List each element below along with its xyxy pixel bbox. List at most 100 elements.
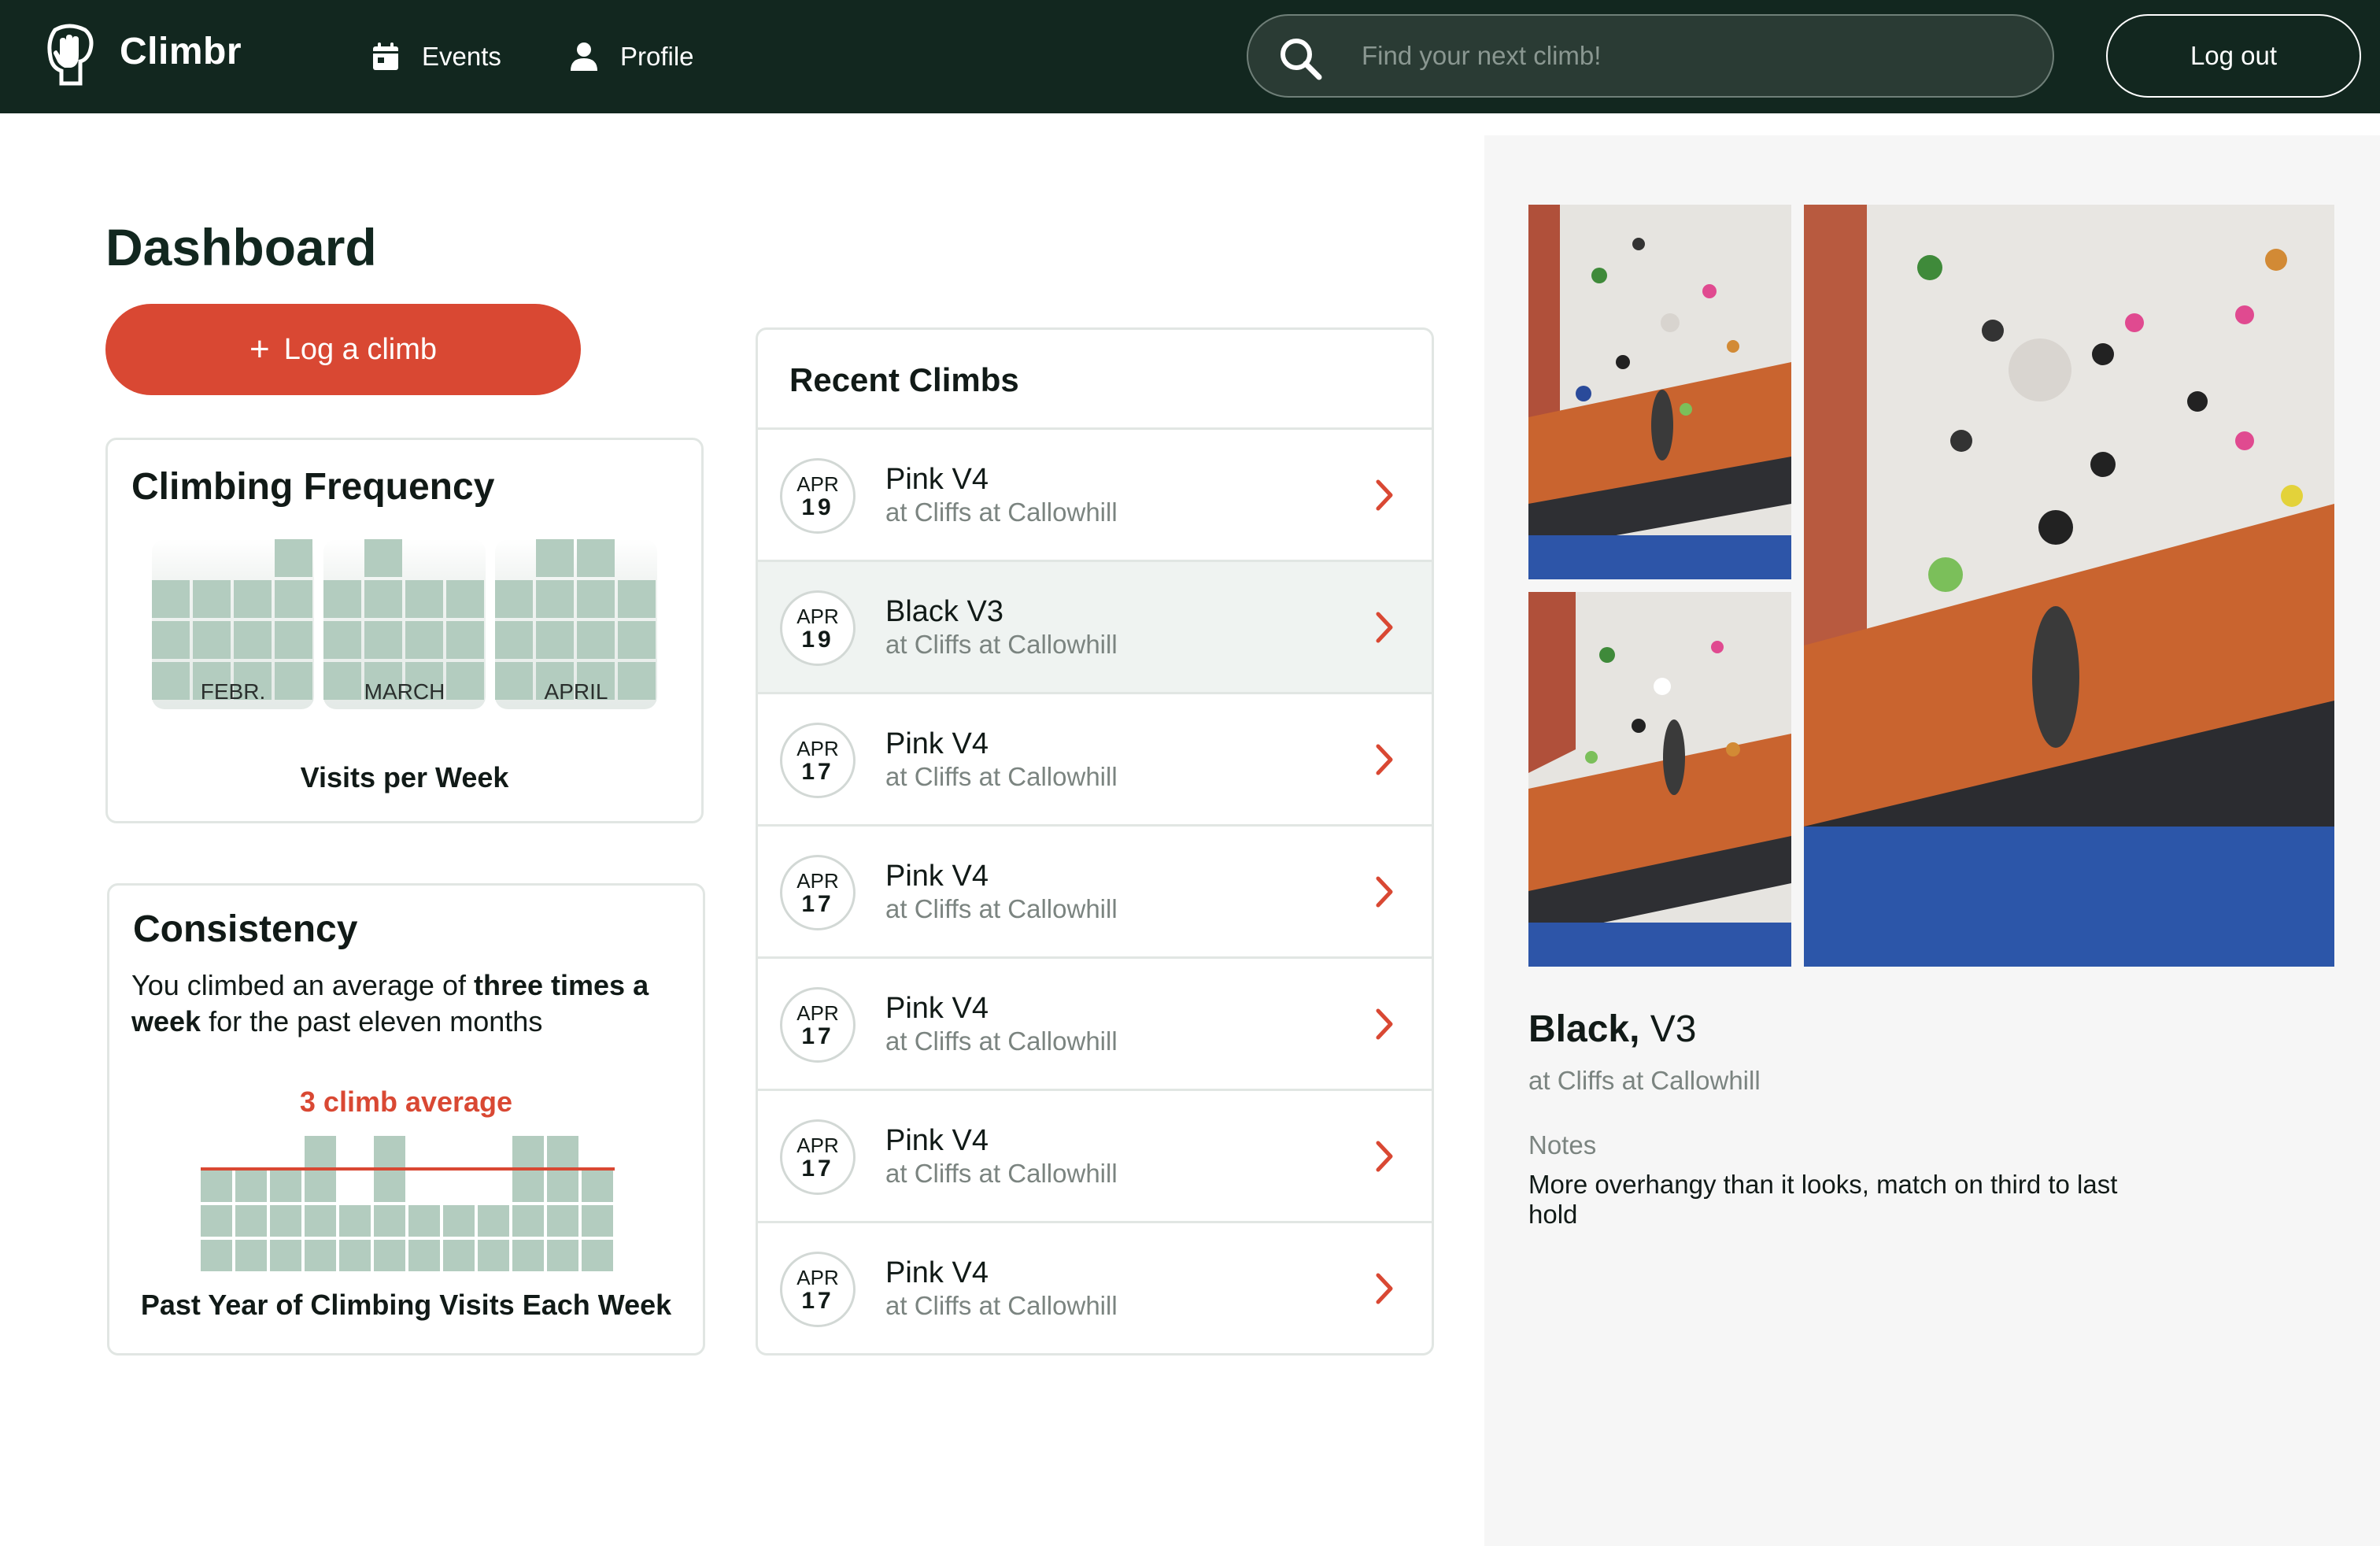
visit-square [512, 1136, 544, 1167]
visit-square [582, 1240, 613, 1271]
visit-square [577, 621, 615, 659]
visit-square [547, 1136, 578, 1167]
recent-climbs-list: APR 19 Pink V4 at Cliffs at Callowhill APR 19… [758, 427, 1432, 1353]
visit-square [374, 1171, 405, 1202]
visit-square [405, 580, 443, 618]
climb-photo[interactable] [1528, 592, 1791, 967]
month-bars [323, 539, 486, 700]
visit-square [305, 1205, 336, 1237]
date-month: APR [796, 737, 839, 760]
climb-detail-color: Black, [1528, 1008, 1640, 1050]
chevron-right-icon[interactable] [1369, 1270, 1400, 1307]
climb-location: at Cliffs at Callowhill [885, 762, 1118, 791]
month-label: FEBR. [200, 679, 266, 704]
climb-row[interactable]: APR 17 Pink V4 at Cliffs at Callowhill [758, 1089, 1432, 1221]
visit-square [235, 1240, 267, 1271]
date-badge: APR 19 [780, 458, 856, 534]
visit-square [152, 580, 190, 618]
climb-name: Pink V4 [885, 727, 989, 760]
visit-square [495, 580, 533, 618]
date-badge: APR 17 [780, 855, 856, 930]
consistency-title: Consistency [133, 908, 358, 950]
visit-square [275, 539, 312, 577]
visit-square [408, 1205, 440, 1237]
visit-square [374, 1240, 405, 1271]
climb-row[interactable]: APR 19 Black V3 at Cliffs at Callowhill [758, 560, 1432, 692]
recent-climbs-title: Recent Climbs [789, 361, 1019, 398]
chevron-right-icon[interactable] [1369, 742, 1400, 778]
date-month: APR [796, 1001, 839, 1025]
visit-square [201, 1171, 232, 1202]
month-column: MARCH [323, 539, 486, 709]
visit-square [547, 1205, 578, 1237]
visit-square [201, 1205, 232, 1237]
visit-square [536, 539, 574, 577]
visit-square [443, 1240, 475, 1271]
climb-row[interactable]: APR 17 Pink V4 at Cliffs at Callowhill [758, 692, 1432, 824]
chevron-right-icon[interactable] [1369, 874, 1400, 910]
log-climb-button[interactable]: + Log a climb [105, 304, 581, 395]
chevron-right-icon[interactable] [1369, 609, 1400, 645]
visit-square [234, 621, 272, 659]
date-badge: APR 17 [780, 1252, 856, 1327]
climb-location: at Cliffs at Callowhill [885, 894, 1118, 923]
nav-profile[interactable]: Profile [568, 33, 694, 80]
visit-square [364, 539, 402, 577]
chevron-right-icon[interactable] [1369, 1138, 1400, 1174]
visit-square [374, 1205, 405, 1237]
nav-events[interactable]: Events [370, 33, 501, 80]
visit-square [152, 621, 190, 659]
date-badge: APR 19 [780, 590, 856, 666]
consistency-chart [201, 1130, 615, 1271]
climb-location: at Cliffs at Callowhill [885, 630, 1118, 659]
consistency-caption: Past Year of Climbing Visits Each Week [140, 1289, 672, 1321]
visit-square [323, 580, 361, 618]
visit-square [339, 1205, 371, 1237]
climb-row[interactable]: APR 19 Pink V4 at Cliffs at Callowhill [758, 427, 1432, 560]
consistency-text-part: You climbed an average of [131, 969, 474, 1001]
climb-photo[interactable] [1528, 205, 1791, 579]
search-input[interactable] [1362, 16, 2023, 96]
date-day: 19 [801, 494, 834, 520]
climb-detail-title: Black, V3 [1528, 1008, 1696, 1051]
visit-square [408, 1240, 440, 1271]
climb-photo-main[interactable] [1804, 205, 2334, 967]
visit-square [495, 621, 533, 659]
climb-row[interactable]: APR 17 Pink V4 at Cliffs at Callowhill [758, 956, 1432, 1089]
climb-location: at Cliffs at Callowhill [885, 497, 1118, 527]
climb-row[interactable]: APR 17 Pink V4 at Cliffs at Callowhill [758, 1221, 1432, 1353]
nav-profile-label: Profile [620, 42, 694, 71]
logout-button[interactable]: Log out [2106, 14, 2361, 98]
recent-climbs-panel: Recent Climbs APR 19 Pink V4 at Cliffs at C… [756, 327, 1434, 1356]
user-icon [571, 43, 597, 71]
visit-square [582, 1205, 613, 1237]
visit-square [305, 1171, 336, 1202]
chevron-right-icon[interactable] [1369, 1006, 1400, 1042]
consistency-text: You climbed an average of three times a … [131, 967, 690, 1040]
date-month: APR [796, 605, 839, 628]
visit-square [275, 580, 312, 618]
page-title: Dashboard [105, 218, 377, 276]
calendar-icon [373, 43, 398, 70]
visit-square [201, 1240, 232, 1271]
climb-name: Pink V4 [885, 992, 989, 1025]
date-month: APR [796, 869, 839, 893]
date-day: 17 [801, 1023, 834, 1049]
climb-location: at Cliffs at Callowhill [885, 1159, 1118, 1188]
chevron-right-icon[interactable] [1369, 477, 1400, 513]
climbr-logo-icon[interactable] [44, 24, 94, 87]
search-bar[interactable] [1247, 14, 2054, 98]
visit-square [374, 1136, 405, 1167]
climb-row[interactable]: APR 17 Pink V4 at Cliffs at Callowhill [758, 824, 1432, 956]
visit-square [582, 1171, 613, 1202]
visit-square [547, 1171, 578, 1202]
visit-square [618, 621, 656, 659]
nav-events-label: Events [422, 42, 501, 71]
month-label: APRIL [544, 679, 608, 704]
search-icon [1281, 39, 1322, 80]
visit-square [577, 580, 615, 618]
date-day: 17 [801, 759, 834, 785]
app-name[interactable]: Climbr [120, 30, 242, 73]
visit-square [323, 621, 361, 659]
date-day: 17 [801, 1156, 834, 1182]
